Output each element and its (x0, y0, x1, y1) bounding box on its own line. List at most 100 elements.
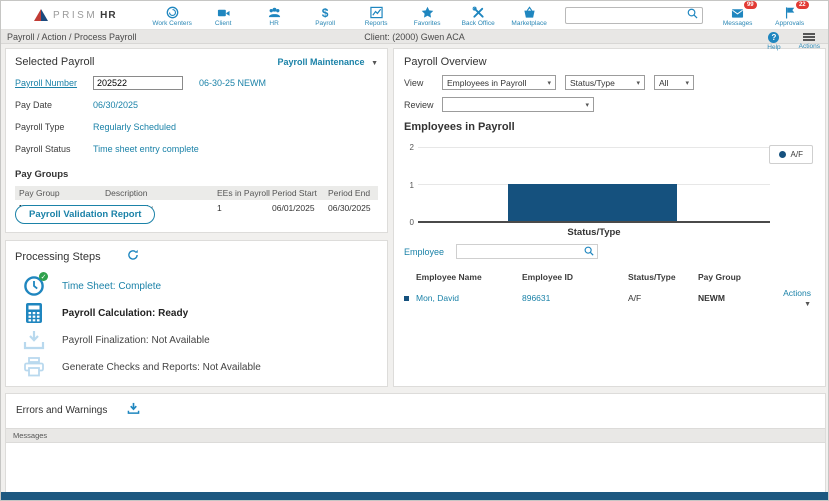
messages-header: Messages (6, 428, 825, 443)
nav-label: Work Centers (152, 20, 192, 27)
nav-item-client[interactable]: Client (198, 4, 249, 27)
nav-item-favorites[interactable]: Favorites (402, 4, 453, 27)
prismhr-logo[interactable]: PRISM HR (34, 9, 117, 21)
selected-payroll-title: Selected Payroll (15, 56, 95, 68)
column-header: Period End (328, 188, 386, 198)
pay-date-label: Pay Date (15, 100, 93, 110)
chart-plot-area (418, 147, 770, 223)
employee-name-link[interactable]: Mon, David (416, 293, 522, 303)
global-search-input[interactable] (570, 10, 687, 20)
calculator-icon (21, 302, 47, 324)
view-select-filter[interactable]: All▾ (654, 75, 694, 90)
printer-icon (21, 356, 47, 378)
view-label: View (404, 78, 442, 88)
payroll-validation-report-button[interactable]: Payroll Validation Report (15, 205, 155, 224)
pay-group-period-start: 06/01/2025 (272, 203, 328, 213)
nav-item-reports[interactable]: Reports (351, 4, 402, 27)
y-tick: 0 (404, 218, 414, 227)
pay-groups-title: Pay Groups (15, 169, 378, 180)
nav-label: Messages (723, 20, 753, 27)
approvals-flag-icon (784, 6, 796, 19)
step-time-sheet[interactable]: ✓ Time Sheet: Complete (15, 279, 378, 293)
nav-item-marketplace[interactable]: Marketplace (504, 4, 555, 27)
chart-legend[interactable]: A/F (769, 145, 813, 164)
actions-menu-button[interactable]: Actions (799, 32, 820, 51)
legend-label: A/F (791, 150, 803, 159)
payroll-status-label: Payroll Status (15, 144, 93, 154)
payroll-dollar-icon: $ (322, 6, 329, 19)
help-label: Help (767, 44, 780, 51)
hamburger-icon (803, 32, 815, 42)
brand-prism: PRISM (53, 10, 97, 21)
column-header: Description (105, 188, 217, 198)
favorites-star-icon (421, 6, 434, 19)
reports-chart-icon (370, 6, 383, 19)
nav-item-payroll[interactable]: $ Payroll (300, 4, 351, 27)
step-label: Payroll Finalization: Not Available (62, 335, 210, 346)
column-header: EEs in Payroll (217, 188, 272, 198)
approvals-button[interactable]: 22 Approvals (769, 4, 811, 27)
caret-down-icon: ▼ (804, 301, 811, 308)
nav-label: Approvals (775, 20, 804, 27)
payroll-number-suffix: 06-30-25 NEWM (199, 78, 266, 88)
footer-bar (1, 492, 828, 500)
nav-label: Payroll (315, 20, 335, 27)
y-tick: 1 (404, 181, 414, 190)
download-icon[interactable] (127, 401, 140, 419)
nav-label: Favorites (414, 20, 441, 27)
errors-warnings-title: Errors and Warnings (16, 405, 107, 416)
errors-warnings-panel: Errors and Warnings Messages (5, 393, 826, 493)
employee-table-header: Employee Name Employee ID Status/Type Pa… (404, 272, 815, 282)
payroll-overview-panel: Payroll Overview View Employees in Payro… (393, 48, 826, 387)
processing-steps-title: Processing Steps (15, 251, 101, 263)
chart-bar[interactable] (508, 184, 677, 221)
search-icon[interactable] (584, 246, 594, 258)
back-office-tools-icon (472, 6, 485, 19)
column-header: Employee Name (416, 272, 522, 282)
global-search (565, 7, 703, 24)
pay-groups-header-row: Pay Group Description EEs in Payroll Per… (15, 186, 378, 200)
payroll-status-value: Time sheet entry complete (93, 144, 199, 154)
column-header: Period Start (272, 188, 328, 198)
nav-item-hr[interactable]: HR (249, 4, 300, 27)
view-select-grouping[interactable]: Status/Type▾ (565, 75, 645, 90)
profile-button[interactable]: Profile (821, 4, 829, 27)
step-payroll-calculation[interactable]: Payroll Calculation: Ready (15, 306, 378, 320)
employee-search-input[interactable] (460, 247, 584, 257)
processing-steps-panel: Processing Steps ✓ Time Sheet: Complete … (5, 240, 388, 387)
nav-item-work-centers[interactable]: Work Centers (147, 4, 198, 27)
refresh-icon[interactable] (127, 248, 139, 266)
page-actions: ? Help Actions (767, 32, 820, 51)
chevron-down-icon: ▾ (585, 101, 589, 109)
finalize-download-icon (21, 329, 47, 351)
payroll-number-link[interactable]: Payroll Number (15, 78, 93, 88)
caret-down-icon: ▼ (371, 60, 378, 67)
step-label: Generate Checks and Reports: Not Availab… (62, 362, 261, 373)
nav-item-back-office[interactable]: Back Office (453, 4, 504, 27)
payroll-overview-title: Payroll Overview (404, 56, 815, 68)
column-header: Employee ID (522, 272, 628, 282)
messages-button[interactable]: 99 Messages (717, 4, 759, 27)
view-select-primary[interactable]: Employees in Payroll▾ (442, 75, 556, 90)
chart-title: Employees in Payroll (404, 121, 815, 133)
pay-group-period-end: 06/30/2025 (328, 203, 386, 213)
help-button[interactable]: ? Help (767, 32, 780, 51)
row-bullet-icon (404, 296, 409, 301)
legend-dot (779, 151, 786, 158)
approvals-badge: 22 (796, 1, 809, 9)
column-header: Pay Group (19, 188, 105, 198)
row-actions-menu[interactable]: Actions ▼ (770, 288, 815, 308)
search-icon[interactable] (687, 6, 698, 24)
payroll-number-input[interactable] (93, 76, 183, 90)
review-select[interactable]: ▾ (442, 97, 594, 112)
work-centers-icon (166, 6, 179, 19)
employee-search-label: Employee (404, 247, 444, 257)
messages-envelope-icon (731, 6, 744, 19)
payroll-type-value: Regularly Scheduled (93, 122, 176, 132)
review-label: Review (404, 100, 442, 110)
gridline (418, 147, 770, 148)
column-header: Pay Group (698, 272, 770, 282)
employee-id: 896631 (522, 293, 628, 303)
payroll-maintenance-link[interactable]: Payroll Maintenance ▼ (278, 57, 378, 67)
payroll-type-label: Payroll Type (15, 122, 93, 132)
